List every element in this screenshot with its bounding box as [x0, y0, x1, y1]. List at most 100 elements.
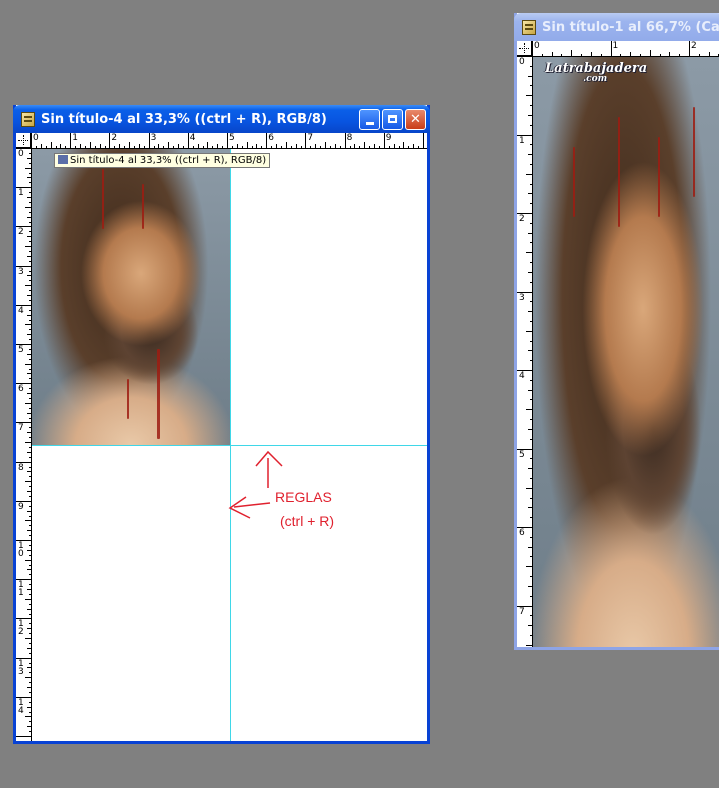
- ruler-tick: [29, 525, 31, 527]
- ruler-label: 11: [18, 580, 24, 599]
- ruler-tick: [310, 146, 312, 148]
- ruler-label: 2: [111, 133, 118, 143]
- ruler-tick: [27, 334, 31, 336]
- ruler-tick: [29, 652, 31, 654]
- title-bar[interactable]: Sin título-1 al 66,7% (Capa 1: [514, 13, 719, 41]
- ruler-tick: [25, 402, 31, 404]
- ruler-label: 0: [33, 133, 39, 143]
- ruler-tick: [94, 146, 96, 148]
- ruler-tick: [29, 574, 31, 576]
- ruler-tick: [528, 154, 532, 156]
- document-window-right[interactable]: Sin título-1 al 66,7% (Capa 1 0 1 2 0 1 2 3 4 5…: [514, 13, 719, 650]
- ruler-tick: [65, 146, 67, 148]
- ruler-tick: [669, 52, 671, 56]
- ruler-tick: [530, 222, 532, 224]
- ruler-tick: [70, 133, 72, 148]
- ruler-tick: [610, 41, 612, 56]
- ruler-tick: [29, 329, 31, 331]
- ruler-origin[interactable]: [517, 41, 532, 56]
- ruler-tick: [27, 432, 31, 434]
- tooltip-text: Sin título-4 al 33,3% ((ctrl + R), RGB/8…: [70, 155, 267, 166]
- ruler-tick: [80, 144, 81, 148]
- ruler-tick: [29, 260, 31, 262]
- ruler-tick: [526, 487, 532, 489]
- ruler-tick: [29, 378, 31, 380]
- image-detail: [102, 169, 104, 229]
- ruler-tick: [29, 495, 31, 497]
- ruler-tick: [528, 350, 532, 352]
- ruler-vertical[interactable]: 0 1 2 3 4 5 6 7 8 9 10 11 12 13 14: [16, 148, 32, 741]
- ruler-tick: [528, 428, 532, 430]
- guide-horizontal[interactable]: [32, 445, 427, 446]
- ruler-tick: [29, 505, 31, 507]
- ruler-tick: [339, 146, 341, 148]
- document-icon[interactable]: [21, 111, 35, 127]
- ruler-tick: [290, 146, 292, 148]
- ruler-origin[interactable]: [16, 133, 31, 148]
- ruler-tick: [16, 736, 31, 737]
- ruler-tick: [561, 54, 563, 56]
- minimize-button[interactable]: [359, 108, 380, 130]
- ruler-tick: [528, 75, 532, 77]
- ruler-horizontal[interactable]: 0 1 2: [532, 41, 719, 57]
- ruler-tick: [25, 442, 31, 443]
- ruler-tick: [256, 144, 258, 148]
- ruler-label: 0: [534, 41, 540, 51]
- image-detail: [157, 349, 160, 439]
- ruler-tick: [315, 144, 317, 148]
- ruler-tick: [29, 299, 31, 301]
- ruler-tick: [27, 412, 31, 414]
- image-detail: [618, 117, 620, 227]
- ruler-label: 3: [519, 292, 525, 303]
- ruler-vertical[interactable]: 0 1 2 3 4 5 6 7: [517, 56, 533, 647]
- ruler-tick: [25, 677, 31, 679]
- ruler-tick: [29, 584, 31, 586]
- ruler-tick: [60, 144, 62, 148]
- ruler-tick: [29, 593, 31, 595]
- ruler-tick: [29, 280, 31, 282]
- ruler-tick: [530, 281, 532, 283]
- ruler-tick: [378, 146, 380, 148]
- ruler-tick: [423, 133, 424, 148]
- ruler-tick: [29, 731, 31, 733]
- ruler-tick: [182, 146, 184, 148]
- ruler-tick: [29, 535, 31, 537]
- photo-layer: [32, 149, 230, 445]
- document-canvas[interactable]: Latrabajadera .com: [533, 57, 719, 647]
- ruler-horizontal[interactable]: 0 1 2 3 4 5 6 7 8 9: [31, 133, 427, 149]
- ruler-tick: [530, 301, 532, 303]
- maximize-button[interactable]: [382, 108, 403, 130]
- image-detail: [127, 379, 129, 419]
- ruler-tick: [530, 124, 532, 126]
- annotation-label: REGLAS: [275, 489, 332, 505]
- ruler-tick: [222, 146, 224, 148]
- ruler-tick: [530, 458, 532, 460]
- ruler-tick: [528, 311, 532, 313]
- minimize-icon: [365, 121, 374, 125]
- ruler-tick: [27, 667, 31, 669]
- ruler-tick: [393, 144, 395, 148]
- ruler-tick: [143, 146, 145, 148]
- ruler-tick: [29, 701, 31, 703]
- title-bar[interactable]: Sin título-4 al 33,3% ((ctrl + R), RGB/8…: [13, 105, 430, 133]
- close-button[interactable]: ✕: [405, 108, 426, 130]
- ruler-tick: [266, 133, 268, 148]
- ruler-tick: [526, 566, 532, 568]
- ruler-tick: [99, 144, 101, 148]
- maximize-icon: [388, 115, 397, 123]
- ruler-tick: [227, 133, 228, 148]
- document-icon[interactable]: [522, 19, 536, 35]
- ruler-tick: [528, 625, 532, 627]
- document-window-left[interactable]: Sin título-4 al 33,3% ((ctrl + R), RGB/8…: [13, 105, 430, 744]
- ruler-tick: [27, 353, 31, 355]
- ruler-label: 5: [18, 345, 24, 355]
- image-detail: [142, 184, 144, 229]
- ruler-tick: [29, 642, 31, 644]
- ruler-tick: [530, 340, 532, 342]
- ruler-tick: [27, 157, 31, 159]
- document-canvas[interactable]: Sin título-4 al 33,3% ((ctrl + R), RGB/8…: [32, 149, 427, 741]
- ruler-tick: [413, 144, 415, 148]
- ruler-label: 7: [18, 423, 24, 434]
- ruler-label: 3: [150, 133, 157, 143]
- ruler-label: 2: [519, 214, 525, 224]
